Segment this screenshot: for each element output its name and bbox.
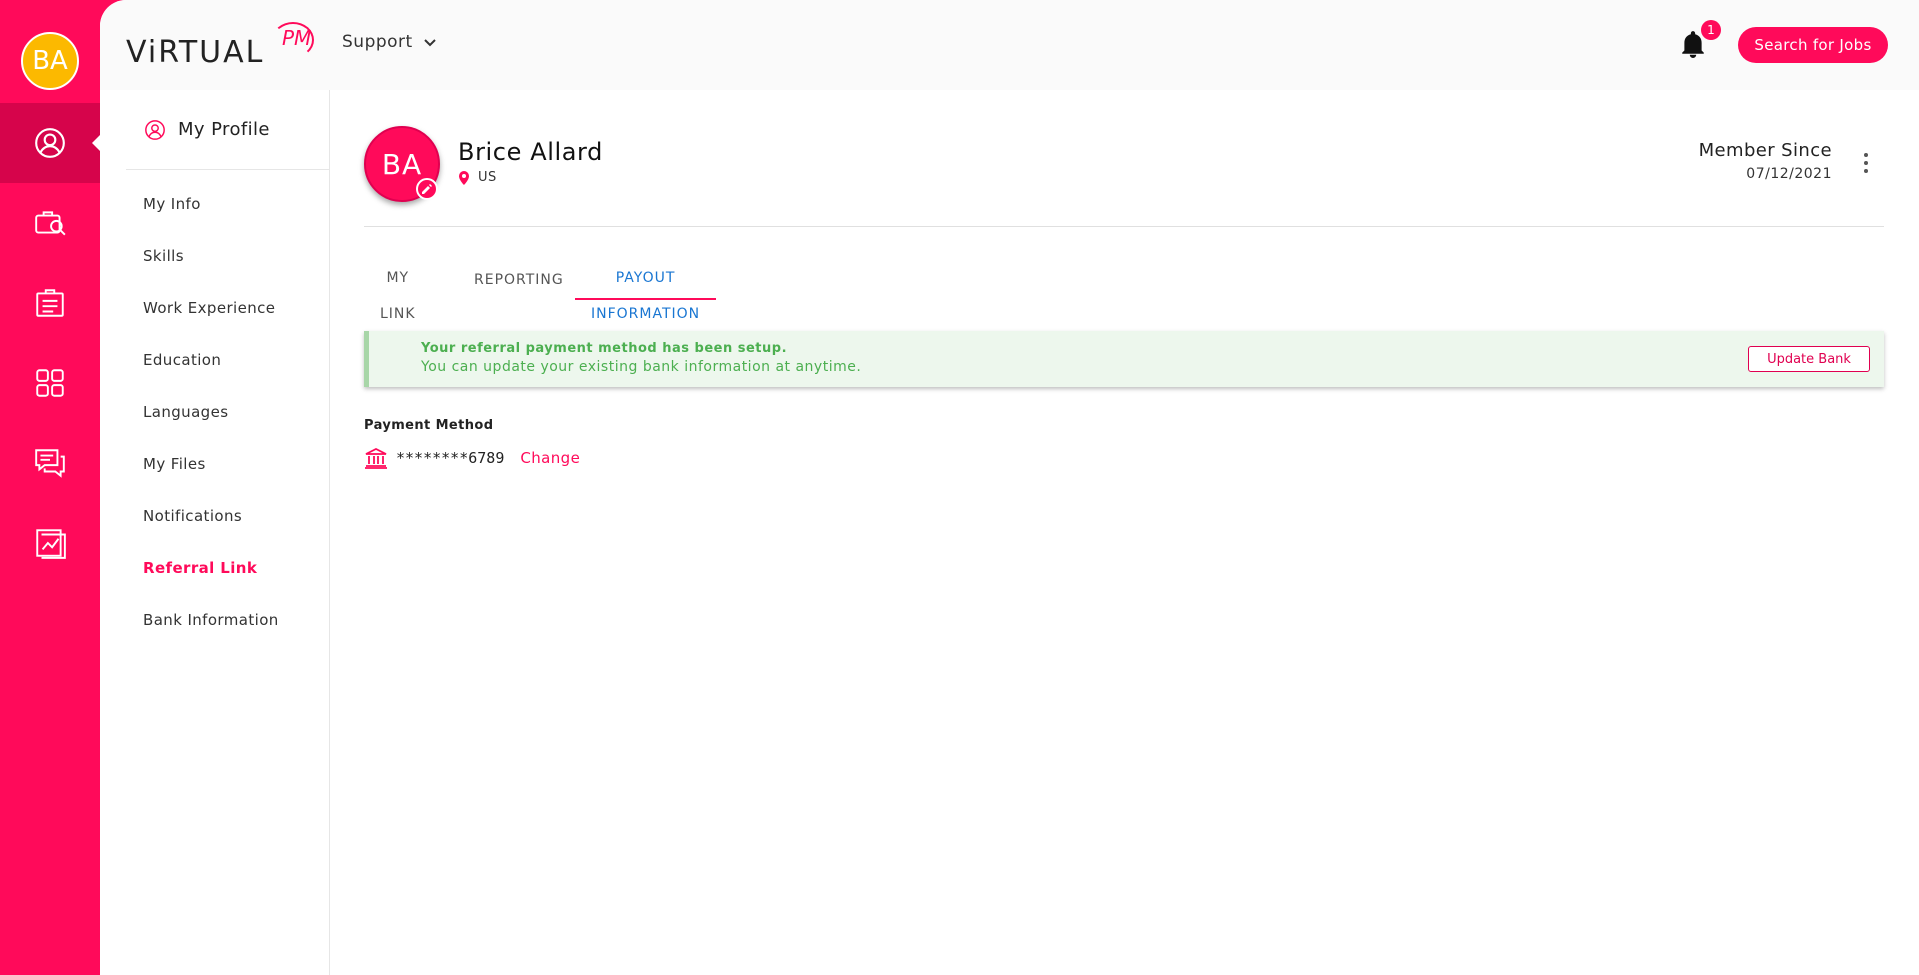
rail-item-reports[interactable] — [0, 503, 100, 583]
tab-reporting[interactable]: REPORTING — [458, 260, 580, 300]
bank-icon — [365, 447, 387, 469]
briefcase-search-icon — [35, 211, 66, 236]
notification-badge: 1 — [1701, 20, 1721, 40]
member-since-label: Member Since — [1698, 140, 1832, 161]
top-bar: ViRTUAL PM Support 1 Search for Jobs — [100, 0, 1919, 90]
subnav-item-education[interactable]: Education — [143, 351, 221, 369]
alert-text: You can update your existing bank inform… — [421, 359, 862, 375]
subnav-item-languages[interactable]: Languages — [143, 403, 228, 421]
support-menu[interactable]: Support — [342, 32, 437, 52]
pencil-icon — [422, 184, 432, 194]
report-chart-icon — [36, 529, 66, 559]
grid-icon — [36, 369, 64, 397]
profile-location: US — [458, 170, 497, 185]
rail-item-jobs[interactable] — [0, 183, 100, 263]
app-rail: BA — [0, 0, 100, 975]
rail-item-tasks[interactable] — [0, 263, 100, 343]
rail-item-messages[interactable] — [0, 423, 100, 503]
subnav-item-notifications[interactable]: Notifications — [143, 507, 242, 525]
edit-avatar-button[interactable] — [416, 178, 438, 200]
subnav-item-bank-information[interactable]: Bank Information — [143, 611, 279, 629]
rail-item-dashboard[interactable] — [0, 343, 100, 423]
subnav-item-my-files[interactable]: My Files — [143, 455, 206, 473]
clipboard-icon — [36, 289, 64, 317]
alert-title: Your referral payment method has been se… — [421, 341, 788, 356]
subnav-header[interactable]: My Profile — [126, 90, 330, 170]
update-bank-button[interactable]: Update Bank — [1748, 346, 1870, 372]
rail-avatar[interactable]: BA — [21, 32, 79, 90]
map-pin-icon — [459, 170, 469, 185]
user-circle-icon — [145, 119, 165, 140]
virtualpm-logo[interactable]: ViRTUAL PM — [126, 20, 314, 70]
subnav-item-referral-link[interactable]: Referral Link — [143, 559, 257, 577]
profile-name: Brice Allard — [458, 138, 603, 166]
subnav-item-work-experience[interactable]: Work Experience — [143, 299, 275, 317]
subnav-item-my-info[interactable]: My Info — [143, 195, 201, 213]
location-text: US — [478, 170, 497, 185]
change-payment-link[interactable]: Change — [520, 449, 580, 467]
rail-item-profile[interactable] — [0, 103, 100, 183]
success-alert: Your referral payment method has been se… — [364, 331, 1884, 387]
tab-my-link[interactable]: MY LINK — [364, 260, 432, 322]
more-vertical-icon[interactable] — [1862, 152, 1870, 174]
tab-payout-information[interactable]: PAYOUT INFORMATION — [575, 260, 717, 322]
search-jobs-button[interactable]: Search for Jobs — [1738, 27, 1888, 63]
subnav-item-skills[interactable]: Skills — [143, 247, 184, 265]
main-canvas: ViRTUAL PM Support 1 Search for Jobs My … — [100, 0, 1919, 975]
payment-method-label: Payment Method — [364, 418, 494, 433]
profile-subnav: My Profile My Info Skills Work Experienc… — [100, 90, 330, 975]
chevron-down-icon — [423, 39, 436, 47]
profile-content: BA Brice Allard US Member Since 07/12/20… — [364, 90, 1884, 975]
payment-method-row: ********6789 Change — [364, 446, 580, 470]
support-label: Support — [342, 32, 413, 52]
subnav-title: My Profile — [178, 119, 270, 140]
user-circle-icon — [35, 128, 65, 158]
masked-account-number: ********6789 — [396, 449, 505, 467]
chat-icon — [35, 449, 65, 478]
member-since-date: 07/12/2021 — [1746, 166, 1832, 182]
profile-divider — [364, 226, 1884, 227]
